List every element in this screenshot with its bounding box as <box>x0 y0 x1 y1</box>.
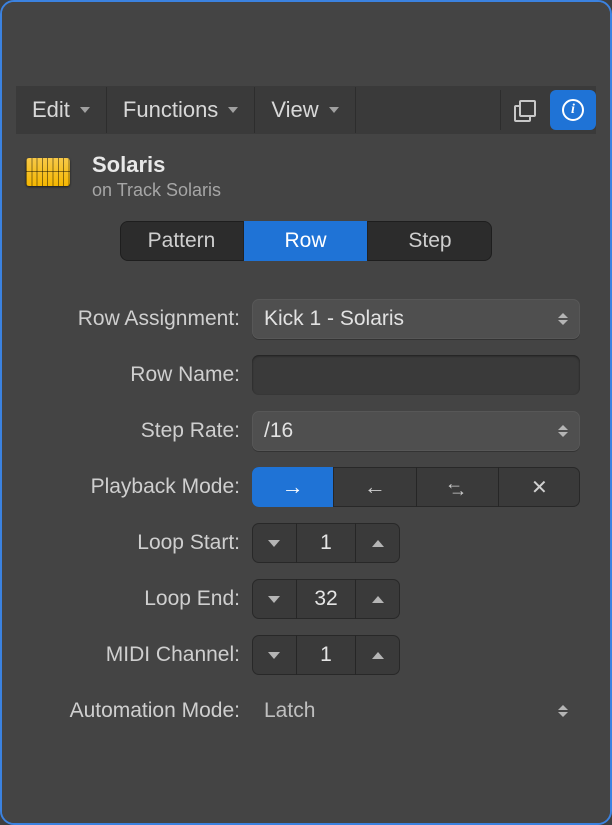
edit-menu[interactable]: Edit <box>16 87 107 133</box>
region-name: Solaris <box>92 152 221 178</box>
automation-mode-value: Latch <box>264 699 315 723</box>
loop-start-stepper: 1 <box>252 523 400 563</box>
row-inspector-form: Row Assignment: Kick 1 - Solaris Row Nam… <box>2 279 610 767</box>
loop-end-stepper: 32 <box>252 579 400 619</box>
row-assignment-popup[interactable]: Kick 1 - Solaris <box>252 299 580 339</box>
midi-channel-stepper: 1 <box>252 635 400 675</box>
chevron-up-icon <box>372 652 384 659</box>
chevron-down-icon <box>268 540 280 547</box>
chevron-up-icon <box>372 596 384 603</box>
row-assignment-label: Row Assignment: <box>32 307 252 331</box>
playback-reverse-button[interactable]: ← <box>334 467 416 507</box>
automation-mode-label: Automation Mode: <box>32 699 252 723</box>
midi-channel-value[interactable]: 1 <box>296 635 356 675</box>
midi-channel-label: MIDI Channel: <box>32 643 252 667</box>
chevron-down-icon <box>80 107 90 113</box>
popup-updown-icon <box>558 313 568 325</box>
playback-forward-button[interactable]: → <box>252 467 334 507</box>
arrow-right-icon: → <box>282 474 304 500</box>
popup-updown-icon <box>558 705 568 717</box>
tab-step-label: Step <box>408 229 451 253</box>
step-rate-value: /16 <box>264 419 293 443</box>
tab-pattern[interactable]: Pattern <box>120 221 244 261</box>
info-icon: i <box>562 99 584 121</box>
catch-playhead-icon <box>514 100 534 120</box>
step-rate-label: Step Rate: <box>32 419 252 443</box>
loop-start-label: Loop Start: <box>32 531 252 555</box>
playback-random-button[interactable]: ✕ <box>499 467 580 507</box>
tab-row[interactable]: Row <box>244 221 368 261</box>
playback-mode-segmented: → ← ✕ <box>252 467 580 507</box>
shuffle-icon: ✕ <box>531 475 548 500</box>
row-assignment-value: Kick 1 - Solaris <box>264 307 404 331</box>
playback-pingpong-button[interactable] <box>417 467 499 507</box>
chevron-down-icon <box>268 652 280 659</box>
chevron-down-icon <box>268 596 280 603</box>
region-subtitle: on Track Solaris <box>92 180 221 201</box>
row-name-label: Row Name: <box>32 363 252 387</box>
loop-start-decrement[interactable] <box>252 523 296 563</box>
midi-channel-decrement[interactable] <box>252 635 296 675</box>
loop-end-value[interactable]: 32 <box>296 579 356 619</box>
tab-step[interactable]: Step <box>368 221 492 261</box>
chevron-up-icon <box>372 540 384 547</box>
arrow-left-icon: ← <box>364 474 386 500</box>
chevron-down-icon <box>228 107 238 113</box>
catch-playhead-button[interactable] <box>500 90 546 130</box>
step-sequencer-region-icon <box>26 158 70 186</box>
tab-pattern-label: Pattern <box>148 229 216 253</box>
tab-row-label: Row <box>284 229 326 253</box>
midi-channel-increment[interactable] <box>356 635 400 675</box>
chevron-down-icon <box>329 107 339 113</box>
view-menu[interactable]: View <box>255 87 355 133</box>
automation-mode-popup[interactable]: Latch <box>252 691 580 731</box>
functions-menu[interactable]: Functions <box>107 87 255 133</box>
view-menu-label: View <box>271 97 318 123</box>
inspector-tabs: Pattern Row Step <box>2 211 610 279</box>
functions-menu-label: Functions <box>123 97 218 123</box>
row-name-field[interactable] <box>252 355 580 395</box>
loop-start-value[interactable]: 1 <box>296 523 356 563</box>
toolbar: Edit Functions View i <box>16 86 596 134</box>
arrows-pingpong-icon <box>445 477 469 497</box>
loop-end-label: Loop End: <box>32 587 252 611</box>
loop-end-decrement[interactable] <box>252 579 296 619</box>
loop-start-increment[interactable] <box>356 523 400 563</box>
step-rate-popup[interactable]: /16 <box>252 411 580 451</box>
popup-updown-icon <box>558 425 568 437</box>
region-header: Solaris on Track Solaris <box>2 136 610 211</box>
inspector-toggle-button[interactable]: i <box>550 90 596 130</box>
edit-menu-label: Edit <box>32 97 70 123</box>
playback-mode-label: Playback Mode: <box>32 475 252 499</box>
loop-end-increment[interactable] <box>356 579 400 619</box>
